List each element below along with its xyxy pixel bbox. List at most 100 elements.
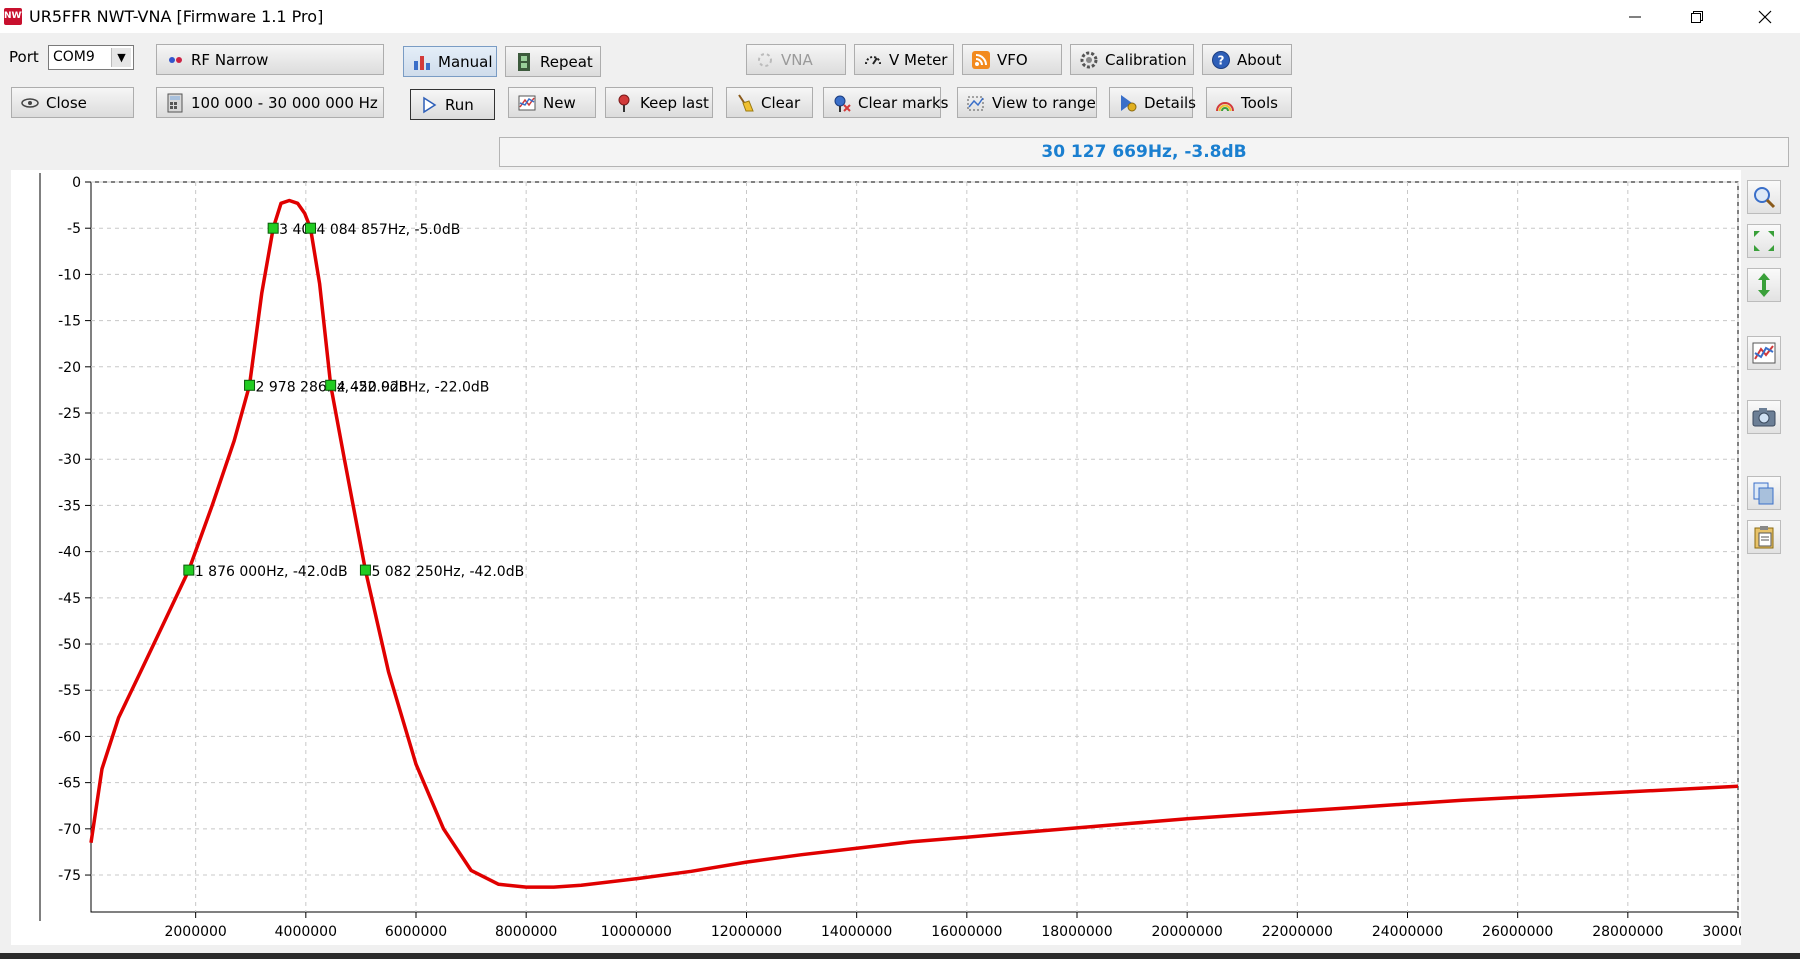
clear-button[interactable]: Clear (726, 87, 813, 118)
details-label: Details (1144, 93, 1197, 112)
y-tick-label: -50 (58, 637, 81, 653)
vertical-scale-icon (1758, 273, 1770, 297)
x-tick-label: 14000000 (821, 924, 892, 940)
keep-last-button[interactable]: Keep last (605, 87, 713, 118)
y-tick-label: -35 (58, 498, 81, 514)
marker-label: 4 450 923Hz, -22.0dB (337, 379, 490, 395)
run-label: Run (445, 95, 474, 114)
port-label: Port (9, 48, 39, 66)
calibration-label: Calibration (1105, 50, 1187, 69)
manual-label: Manual (438, 52, 493, 71)
taskbar-edge (0, 953, 1800, 959)
close-button[interactable]: Close (11, 87, 134, 118)
clear-marks-label: Clear marks (858, 93, 949, 112)
about-label: About (1237, 50, 1282, 69)
x-tick-label: 28000000 (1592, 924, 1663, 940)
close-label: Close (46, 93, 87, 112)
y-tick-label: -65 (58, 776, 81, 792)
y-tick-label: -25 (58, 406, 81, 422)
screenshot-button[interactable] (1747, 400, 1781, 434)
tools-button[interactable]: Tools (1206, 87, 1292, 118)
close-icon (1758, 10, 1772, 23)
fit-icon (1754, 231, 1774, 251)
zoom-button[interactable] (1747, 180, 1781, 214)
copy-button[interactable] (1747, 476, 1781, 510)
restore-button[interactable] (1666, 0, 1728, 33)
calculator-icon (165, 93, 185, 113)
calibration-button[interactable]: Calibration (1070, 44, 1194, 75)
range-button[interactable]: 100 000 - 30 000 000 Hz (156, 87, 384, 118)
y-tick-label: -20 (58, 360, 81, 376)
marker-label: 1 876 000Hz, -42.0dB (195, 564, 348, 580)
marker-point (359, 564, 371, 576)
minimize-icon (1629, 16, 1641, 17)
marker-point (244, 379, 256, 391)
minimize-button[interactable] (1604, 0, 1666, 33)
x-tick-label: 12000000 (711, 924, 782, 940)
response-chart[interactable]: 0 -5 -10 -15 -20 -25 -30 -35 -40 -45 -50 -55 -60 -65 -… (11, 170, 1774, 945)
marker-point (305, 222, 317, 234)
repeat-button[interactable]: Repeat (505, 46, 601, 77)
pin-icon (614, 93, 634, 113)
y-tick-label: -15 (58, 314, 81, 330)
plot-panel[interactable]: 0 -5 -10 -15 -20 -25 -30 -35 -40 -45 -50 -55 -60 -65 -… (11, 170, 1774, 945)
marker-point (183, 564, 195, 576)
y-tick-label: -5 (67, 221, 81, 237)
clear-label: Clear (761, 93, 801, 112)
bar-chart-icon (412, 52, 432, 72)
gear-icon (1079, 50, 1099, 70)
x-tick-label: 30000000 (1702, 924, 1741, 940)
title-bar: NWT UR5FFR NWT-VNA [Firmware 1.1 Pro] (0, 0, 1800, 33)
x-tick-label: 10000000 (601, 924, 672, 940)
x-tick-label: 16000000 (931, 924, 1002, 940)
mode-label: RF Narrow (191, 50, 269, 69)
paste-icon (1754, 526, 1774, 549)
new-button[interactable]: New (508, 87, 596, 118)
vna-label: VNA (781, 50, 813, 69)
gauge-icon (863, 50, 883, 70)
x-tick-label: 2000000 (164, 924, 226, 940)
y-tick-label: 0 (72, 175, 81, 191)
clear-marks-button[interactable]: Clear marks (823, 87, 948, 118)
details-button[interactable]: Details (1109, 87, 1197, 118)
chart-view-button[interactable] (1747, 336, 1781, 370)
mode-button[interactable]: RF Narrow (156, 44, 384, 75)
vfo-button[interactable]: VFO (962, 44, 1062, 75)
y-tick-label: -30 (58, 452, 81, 468)
x-tick-label: 22000000 (1262, 924, 1333, 940)
repeat-label: Repeat (540, 52, 593, 71)
range-label: 100 000 - 30 000 000 Hz (191, 93, 378, 112)
film-icon (514, 52, 534, 72)
x-tick-label: 20000000 (1152, 924, 1223, 940)
port-value: COM9 (53, 49, 95, 65)
vmeter-label: V Meter (889, 50, 948, 69)
view-to-range-button[interactable]: View to range (957, 87, 1097, 118)
close-window-button[interactable] (1734, 0, 1796, 33)
marker-point (267, 222, 279, 234)
spinner-icon (755, 50, 775, 70)
cursor-readout: 30 127 669Hz, -3.8dB (499, 137, 1789, 167)
details-icon (1118, 93, 1138, 113)
vertical-scale-button[interactable] (1747, 268, 1781, 302)
fit-button[interactable] (1747, 224, 1781, 258)
vmeter-button[interactable]: V Meter (854, 44, 954, 75)
view-to-range-label: View to range (992, 93, 1096, 112)
marker-label: 4 084 857Hz, -5.0dB (317, 222, 461, 238)
vna-button[interactable]: VNA (746, 44, 846, 75)
x-tick-label: 24000000 (1372, 924, 1443, 940)
x-tick-label: 6000000 (385, 924, 447, 940)
y-tick-label: -55 (58, 683, 81, 699)
zoom-icon (1754, 187, 1776, 209)
copy-icon (1753, 482, 1774, 505)
manual-button[interactable]: Manual (403, 46, 497, 77)
about-button[interactable]: ? About (1202, 44, 1292, 75)
keep-last-label: Keep last (640, 93, 709, 112)
paste-button[interactable] (1747, 520, 1781, 554)
help-icon: ? (1211, 50, 1231, 70)
x-tick-label: 4000000 (275, 924, 337, 940)
port-select[interactable]: COM9 ▼ (48, 45, 134, 70)
y-tick-label: -75 (58, 868, 81, 884)
run-button[interactable]: Run (410, 89, 495, 120)
y-tick-label: -40 (58, 545, 81, 561)
chevron-down-icon[interactable]: ▼ (111, 48, 131, 67)
